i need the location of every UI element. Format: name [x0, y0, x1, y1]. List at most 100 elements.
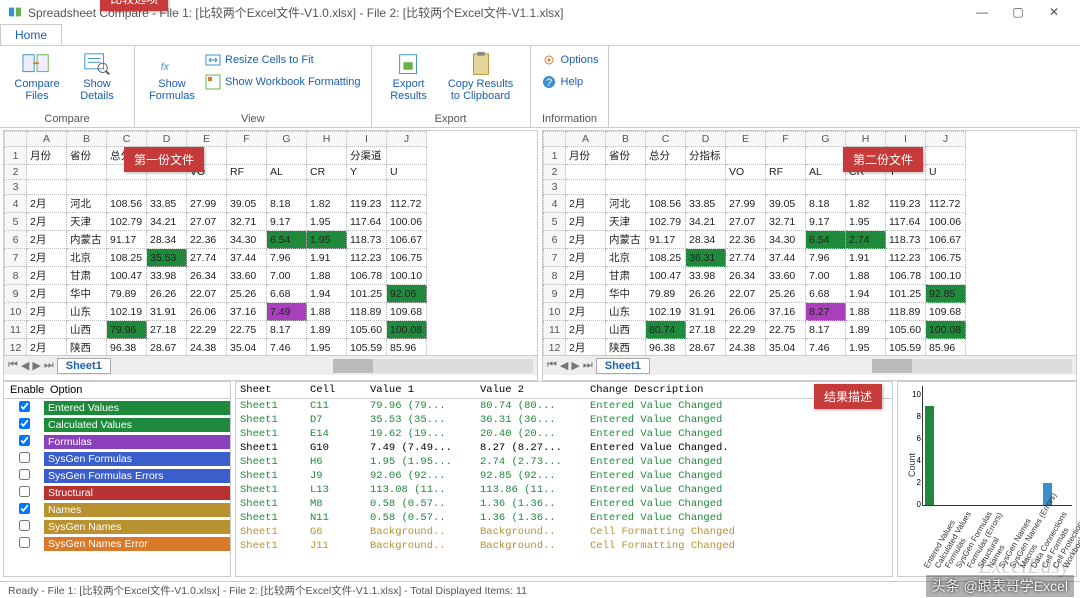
- export-results-button[interactable]: Export Results: [382, 50, 436, 111]
- options-list[interactable]: Entered Values Calculated ValuesFormulas S…: [4, 399, 230, 576]
- nav-first-icon[interactable]: ⏮: [547, 359, 557, 372]
- option-checkbox[interactable]: [19, 503, 30, 514]
- right-grid-scroll[interactable]: ABCDEFGHIJ1月份省份总分分指标分渠道2VORFALCRYU342月河北…: [543, 131, 1076, 355]
- copy-clipboard-label: Copy Results to Clipboard: [448, 78, 513, 102]
- option-row[interactable]: SysGen Formulas Errors: [4, 467, 230, 484]
- right-sheet-tab[interactable]: Sheet1: [596, 358, 650, 374]
- nav-prev-icon[interactable]: ◀: [21, 359, 29, 372]
- option-checkbox[interactable]: [19, 537, 30, 548]
- svg-text:?: ?: [546, 77, 552, 89]
- show-formulas-button[interactable]: fx Show Formulas: [145, 50, 199, 111]
- maximize-button[interactable]: ▢: [1000, 5, 1036, 19]
- results-header-v2: Value 2: [480, 384, 590, 396]
- results-header-sheet: Sheet: [240, 384, 310, 396]
- results-header-v1: Value 1: [370, 384, 480, 396]
- workbook-formatting-button[interactable]: Show Workbook Formatting: [205, 72, 361, 92]
- left-sheet-tab[interactable]: Sheet1: [57, 358, 111, 374]
- close-button[interactable]: ✕: [1036, 5, 1072, 19]
- results-panel: 结果描述 Sheet Cell Value 1 Value 2 Change D…: [235, 381, 893, 577]
- result-row[interactable]: Sheet1N110.58 (0.57..1.36 (1.36..Entered…: [236, 511, 892, 525]
- options-header-enable: Enable: [4, 382, 44, 398]
- option-label: Structural: [44, 486, 230, 500]
- option-label: Entered Values: [44, 401, 230, 415]
- compare-files-button[interactable]: Compare Files: [10, 50, 64, 111]
- chart-panel: Count 0246810 Entered ValuesCalculated V…: [897, 381, 1077, 577]
- right-sheet-nav: ⏮ ◀ ▶ ⏭ Sheet1: [543, 355, 1076, 375]
- result-row[interactable]: Sheet1L13113.08 (11..113.86 (11..Entered…: [236, 483, 892, 497]
- options-button[interactable]: Options: [541, 50, 599, 70]
- nav-first-icon[interactable]: ⏮: [8, 359, 18, 372]
- tab-home[interactable]: Home: [0, 24, 62, 45]
- result-row[interactable]: Sheet1J992.06 (92...92.85 (92...Entered …: [236, 469, 892, 483]
- right-hscroll[interactable]: [872, 359, 1072, 373]
- option-row[interactable]: Formulas: [4, 433, 230, 450]
- option-row[interactable]: Entered Values: [4, 399, 230, 416]
- options-header-option: Option: [44, 382, 88, 398]
- option-checkbox[interactable]: [19, 469, 30, 480]
- result-row[interactable]: Sheet1D735.53 (35...36.31 (36...Entered …: [236, 413, 892, 427]
- resize-cells-button[interactable]: Resize Cells to Fit: [205, 50, 361, 70]
- option-label: SysGen Formulas: [44, 452, 230, 466]
- left-grid[interactable]: ABCDEFGHIJ1月份省份总分分指标分渠道2VORFALCRYU342月河北…: [4, 131, 427, 355]
- results-header-cell: Cell: [310, 384, 370, 396]
- show-details-button[interactable]: Show Details: [70, 50, 124, 111]
- option-checkbox[interactable]: [19, 435, 30, 446]
- option-checkbox[interactable]: [19, 401, 30, 412]
- compare-files-label: Compare Files: [14, 78, 59, 102]
- option-row[interactable]: SysGen Names: [4, 518, 230, 535]
- result-row[interactable]: Sheet1C1179.96 (79...80.74 (80...Entered…: [236, 399, 892, 413]
- credit-text: 头条 @跟表哥学Excel: [926, 575, 1074, 597]
- show-formulas-label: Show Formulas: [149, 78, 195, 102]
- option-row[interactable]: SysGen Formulas: [4, 450, 230, 467]
- option-label: Calculated Values: [44, 418, 230, 432]
- annotation-results: 结果描述: [814, 384, 882, 409]
- option-label: Names: [44, 503, 230, 517]
- results-list[interactable]: Sheet1C1179.96 (79...80.74 (80...Entered…: [236, 399, 892, 576]
- app-icon: [8, 5, 22, 19]
- bottom-panels: 比较选项 Enable Option Entered ValuesCalcula…: [0, 381, 1080, 577]
- annotation-left: 第一份文件: [124, 147, 204, 172]
- summary-chart: 0246810: [922, 386, 1072, 506]
- option-row[interactable]: SysGen Names Error: [4, 535, 230, 552]
- nav-last-icon[interactable]: ⏭: [44, 359, 54, 372]
- minimize-button[interactable]: —: [964, 5, 1000, 19]
- help-button[interactable]: ? Help: [541, 72, 599, 92]
- result-row[interactable]: Sheet1E1419.62 (19...20.40 (20...Entered…: [236, 427, 892, 441]
- right-grid-pane: 第二份文件 ABCDEFGHIJ1月份省份总分分指标分渠道2VORFALCRYU…: [542, 130, 1077, 381]
- left-grid-pane: 第一份文件 ABCDEFGHIJ1月份省份总分分指标分渠道2VORFALCRYU…: [3, 130, 538, 381]
- help-label: Help: [561, 76, 584, 88]
- comparison-panes: 第一份文件 ABCDEFGHIJ1月份省份总分分指标分渠道2VORFALCRYU…: [0, 128, 1080, 381]
- result-row[interactable]: Sheet1H61.95 (1.95...2.74 (2.73...Entere…: [236, 455, 892, 469]
- left-hscroll[interactable]: [333, 359, 533, 373]
- option-checkbox[interactable]: [19, 486, 30, 497]
- resize-cells-label: Resize Cells to Fit: [225, 54, 314, 66]
- group-compare-label: Compare: [10, 111, 124, 125]
- result-row[interactable]: Sheet1G107.49 (7.49...8.27 (8.27...Enter…: [236, 441, 892, 455]
- group-view-label: View: [145, 111, 361, 125]
- option-label: SysGen Formulas Errors: [44, 469, 230, 483]
- copy-clipboard-button[interactable]: Copy Results to Clipboard: [442, 50, 520, 111]
- option-label: SysGen Names: [44, 520, 230, 534]
- svg-text:fx: fx: [161, 62, 170, 73]
- nav-next-icon[interactable]: ▶: [32, 359, 40, 372]
- status-bar: Ready - File 1: [比较两个Excel文件-V1.0.xlsx] …: [0, 581, 1080, 597]
- result-row[interactable]: Sheet1G6Background..Background..Cell For…: [236, 525, 892, 539]
- option-row[interactable]: Calculated Values: [4, 416, 230, 433]
- nav-next-icon[interactable]: ▶: [571, 359, 579, 372]
- chart-ylabel: Count: [907, 453, 917, 477]
- result-row[interactable]: Sheet1J11Background..Background..Cell Fo…: [236, 539, 892, 553]
- result-row[interactable]: Sheet1M80.58 (0.57..1.36 (1.36..Entered …: [236, 497, 892, 511]
- nav-last-icon[interactable]: ⏭: [583, 359, 593, 372]
- ribbon: Compare Files Show Details Compare fx Sh…: [0, 46, 1080, 128]
- option-row[interactable]: Structural: [4, 484, 230, 501]
- ribbon-tabs: Home: [0, 24, 1080, 46]
- options-panel: 比较选项 Enable Option Entered ValuesCalcula…: [3, 381, 231, 577]
- option-checkbox[interactable]: [19, 418, 30, 429]
- option-checkbox[interactable]: [19, 452, 30, 463]
- group-export-label: Export: [382, 111, 520, 125]
- annotation-right: 第二份文件: [843, 147, 923, 172]
- left-grid-scroll[interactable]: ABCDEFGHIJ1月份省份总分分指标分渠道2VORFALCRYU342月河北…: [4, 131, 537, 355]
- nav-prev-icon[interactable]: ◀: [560, 359, 568, 372]
- option-row[interactable]: Names: [4, 501, 230, 518]
- option-checkbox[interactable]: [19, 520, 30, 531]
